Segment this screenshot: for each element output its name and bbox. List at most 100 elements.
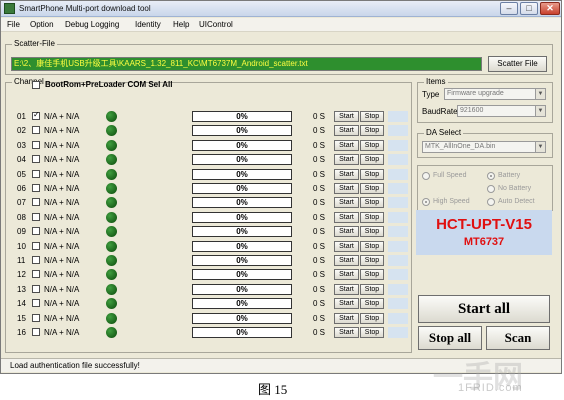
row-start-button[interactable]: Start	[334, 140, 359, 151]
stop-all-button[interactable]: Stop all	[418, 326, 482, 350]
row-stop-button[interactable]: Stop	[360, 241, 384, 252]
high-speed-radio[interactable]	[422, 198, 430, 206]
row-port-label: N/A + N/A	[44, 256, 80, 265]
status-message: Load authentication file successfully!	[10, 361, 140, 370]
menu-identity[interactable]: Identity	[135, 20, 161, 29]
row-stop-button[interactable]: Stop	[360, 327, 384, 338]
row-number: 05	[17, 170, 26, 179]
items-label: Items	[424, 77, 448, 86]
row-checkbox[interactable]	[32, 256, 40, 264]
bootrom-select-all-checkbox[interactable]	[32, 81, 40, 89]
row-start-button[interactable]: Start	[334, 255, 359, 266]
status-led-icon	[106, 226, 117, 237]
row-elapsed-time: 0 S	[313, 256, 326, 265]
row-progress-bar: 0%	[192, 327, 292, 338]
row-start-button[interactable]: Start	[334, 197, 359, 208]
row-elapsed-time: 0 S	[313, 155, 326, 164]
row-port-label: N/A + N/A	[44, 328, 80, 337]
menu-debug-logging[interactable]: Debug Logging	[65, 20, 119, 29]
menu-uicontrol[interactable]: UIControl	[199, 20, 233, 29]
row-checkbox[interactable]	[32, 227, 40, 235]
row-progress-bar: 0%	[192, 313, 292, 324]
row-start-button[interactable]: Start	[334, 169, 359, 180]
row-port-label: N/A + N/A	[44, 242, 80, 251]
start-all-button[interactable]: Start all	[418, 295, 550, 323]
battery-radio[interactable]	[487, 172, 495, 180]
row-start-button[interactable]: Start	[334, 298, 359, 309]
row-checkbox[interactable]	[32, 141, 40, 149]
baudrate-select[interactable]: 921600 ▼	[457, 105, 546, 117]
row-status-bar	[388, 183, 408, 194]
row-checkbox[interactable]	[32, 285, 40, 293]
row-number: 10	[17, 242, 26, 251]
scan-button[interactable]: Scan	[486, 326, 550, 350]
row-start-button[interactable]: Start	[334, 111, 359, 122]
row-checkbox[interactable]	[32, 126, 40, 134]
row-checkbox[interactable]	[32, 213, 40, 221]
row-stop-button[interactable]: Stop	[360, 298, 384, 309]
row-stop-button[interactable]: Stop	[360, 212, 384, 223]
status-led-icon	[106, 140, 117, 151]
row-start-button[interactable]: Start	[334, 269, 359, 280]
row-start-button[interactable]: Start	[334, 313, 359, 324]
row-checkbox[interactable]	[32, 314, 40, 322]
menu-file[interactable]: File	[7, 20, 20, 29]
type-select[interactable]: Firmware upgrade ▼	[444, 88, 546, 100]
row-stop-button[interactable]: Stop	[360, 269, 384, 280]
row-start-button[interactable]: Start	[334, 212, 359, 223]
row-start-button[interactable]: Start	[334, 284, 359, 295]
row-stop-button[interactable]: Stop	[360, 183, 384, 194]
row-stop-button[interactable]: Stop	[360, 154, 384, 165]
row-stop-button[interactable]: Stop	[360, 140, 384, 151]
row-checkbox[interactable]	[32, 155, 40, 163]
row-number: 15	[17, 314, 26, 323]
menu-option[interactable]: Option	[30, 20, 54, 29]
row-elapsed-time: 0 S	[313, 112, 326, 121]
da-select[interactable]: MTK_AllInOne_DA.bin ▼	[422, 141, 546, 153]
row-stop-button[interactable]: Stop	[360, 284, 384, 295]
row-port-label: N/A + N/A	[44, 184, 80, 193]
row-checkbox[interactable]	[32, 242, 40, 250]
row-port-label: N/A + N/A	[44, 155, 80, 164]
row-checkbox[interactable]	[32, 198, 40, 206]
row-start-button[interactable]: Start	[334, 183, 359, 194]
row-port-label: N/A + N/A	[44, 112, 80, 121]
row-stop-button[interactable]: Stop	[360, 255, 384, 266]
row-checkbox[interactable]	[32, 110, 40, 120]
status-led-icon	[106, 197, 117, 208]
row-start-button[interactable]: Start	[334, 125, 359, 136]
row-port-label: N/A + N/A	[44, 198, 80, 207]
row-checkbox[interactable]	[32, 299, 40, 307]
row-stop-button[interactable]: Stop	[360, 313, 384, 324]
row-stop-button[interactable]: Stop	[360, 169, 384, 180]
scatter-file-button[interactable]: Scatter File	[488, 56, 547, 72]
row-stop-button[interactable]: Stop	[360, 125, 384, 136]
watermark-site: 1FRID.com	[458, 382, 523, 394]
minimize-button[interactable]: –	[500, 2, 518, 15]
menu-help[interactable]: Help	[173, 20, 189, 29]
row-start-button[interactable]: Start	[334, 154, 359, 165]
close-button[interactable]: ✕	[540, 2, 560, 15]
row-stop-button[interactable]: Stop	[360, 226, 384, 237]
scatter-path-field[interactable]: E:\2、康佳手机USB升级工具\KAARS_1.32_811_KC\MT673…	[11, 57, 482, 71]
row-checkbox[interactable]	[32, 184, 40, 192]
row-start-button[interactable]: Start	[334, 226, 359, 237]
row-stop-button[interactable]: Stop	[360, 197, 384, 208]
status-led-icon	[106, 298, 117, 309]
tool-version-label: HCT-UPT-V15	[436, 216, 532, 233]
row-number: 08	[17, 213, 26, 222]
no-battery-radio[interactable]	[487, 185, 495, 193]
row-start-button[interactable]: Start	[334, 327, 359, 338]
row-number: 09	[17, 227, 26, 236]
row-checkbox[interactable]	[32, 328, 40, 336]
row-progress-bar: 0%	[192, 125, 292, 136]
full-speed-radio[interactable]	[422, 172, 430, 180]
row-checkbox[interactable]	[32, 270, 40, 278]
row-port-label: N/A + N/A	[44, 314, 80, 323]
row-checkbox[interactable]	[32, 170, 40, 178]
auto-detect-radio[interactable]	[487, 198, 495, 206]
row-start-button[interactable]: Start	[334, 241, 359, 252]
menu-bar: File Option Debug Logging Identity Help …	[1, 18, 561, 32]
maximize-button[interactable]: □	[520, 2, 538, 15]
row-stop-button[interactable]: Stop	[360, 111, 384, 122]
